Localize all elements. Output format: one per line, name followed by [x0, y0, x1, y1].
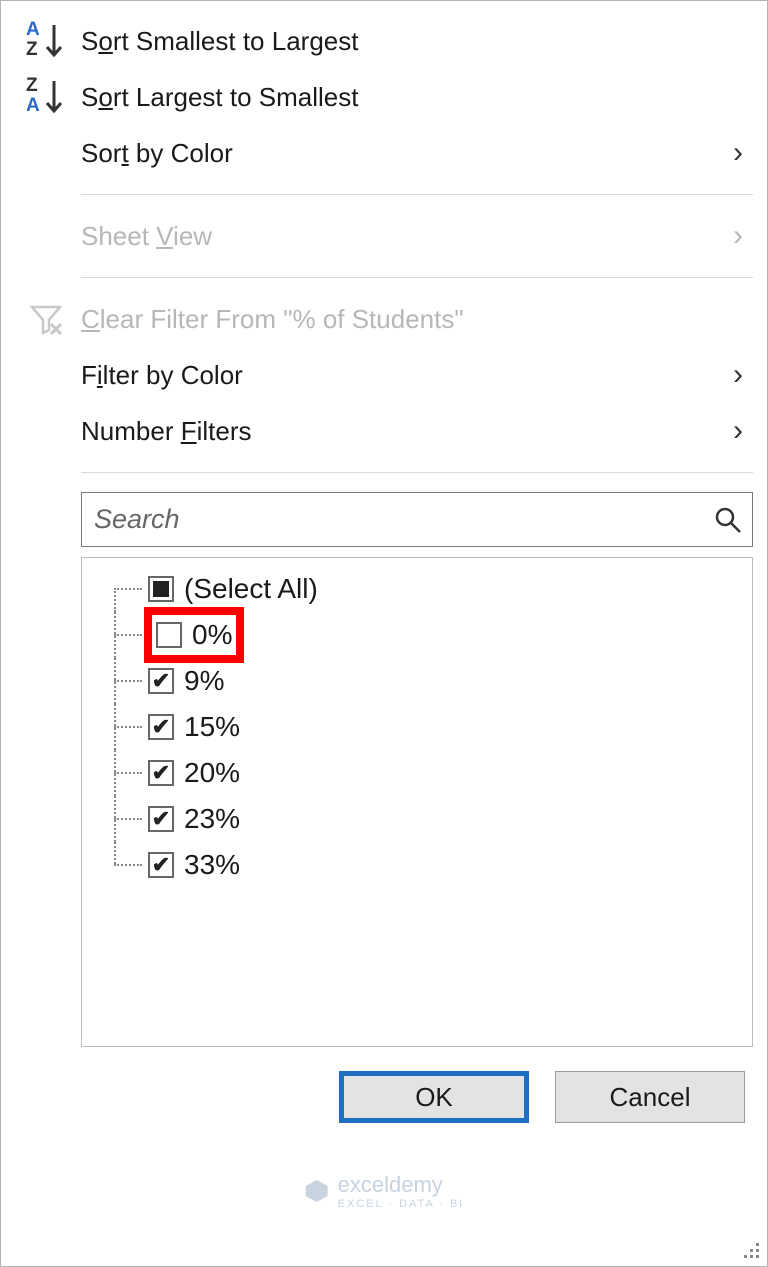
watermark: exceldemy EXCEL · DATA · BI [304, 1172, 465, 1210]
menu-label: Sort Largest to Smallest [81, 82, 358, 113]
search-icon [714, 506, 742, 534]
checkbox-checked[interactable] [148, 714, 174, 740]
sort-descending-icon: Z A [11, 69, 81, 125]
tree-item-label: 9% [184, 665, 224, 697]
checkbox-indeterminate[interactable] [148, 576, 174, 602]
watermark-brand: exceldemy [338, 1172, 465, 1198]
sort-by-color[interactable]: Sort by Color › [1, 125, 767, 181]
number-filters[interactable]: Number Filters › [1, 403, 767, 459]
divider [81, 472, 753, 473]
tree-item-label: (Select All) [184, 573, 318, 605]
watermark-tag: EXCEL · DATA · BI [338, 1198, 465, 1210]
divider [81, 194, 753, 195]
tree-item-15pct[interactable]: 15% [114, 704, 746, 750]
menu-label: Sheet View [81, 221, 212, 252]
menu-label: Sort by Color [81, 138, 233, 169]
tree-item-label: 33% [184, 849, 240, 881]
clear-filter: Clear Filter From "% of Students" [1, 291, 767, 347]
filter-by-color[interactable]: Filter by Color › [1, 347, 767, 403]
checkbox-checked[interactable] [148, 668, 174, 694]
sort-largest-to-smallest[interactable]: Z A Sort Largest to Smallest [1, 69, 767, 125]
tree-item-label: 20% [184, 757, 240, 789]
button-label: Cancel [610, 1082, 691, 1113]
button-row: OK Cancel [1, 1047, 767, 1123]
tree-item-label: 0% [192, 619, 232, 651]
chevron-right-icon: › [733, 358, 743, 392]
search-input[interactable] [92, 503, 714, 536]
tree-item-0pct[interactable]: 0% [114, 612, 746, 658]
sheet-view: Sheet View › [1, 208, 767, 264]
menu-label: Clear Filter From "% of Students" [81, 304, 464, 335]
tree-item-33pct[interactable]: 33% [114, 842, 746, 888]
resize-grip[interactable] [741, 1240, 761, 1260]
sort-smallest-to-largest[interactable]: AZ Sort Smallest to Largest [1, 13, 767, 69]
tree-item-9pct[interactable]: 9% [114, 658, 746, 704]
button-label: OK [415, 1082, 453, 1113]
checkbox-checked[interactable] [148, 852, 174, 878]
ok-button[interactable]: OK [339, 1071, 529, 1123]
filter-values-tree: (Select All) 0% 9% 15% [81, 557, 753, 1047]
divider [81, 277, 753, 278]
menu-label: Sort Smallest to Largest [81, 26, 358, 57]
tree-item-label: 15% [184, 711, 240, 743]
checkbox-unchecked[interactable] [156, 622, 182, 648]
search-box[interactable] [81, 492, 753, 547]
checkbox-checked[interactable] [148, 760, 174, 786]
tree-select-all[interactable]: (Select All) [114, 566, 746, 612]
tree-item-20pct[interactable]: 20% [114, 750, 746, 796]
checkbox-checked[interactable] [148, 806, 174, 832]
chevron-right-icon: › [733, 136, 743, 170]
menu-label: Filter by Color [81, 360, 243, 391]
tree-item-label: 23% [184, 803, 240, 835]
filter-dropdown-menu: AZ Sort Smallest to Largest Z A [0, 0, 768, 1267]
tree-item-23pct[interactable]: 23% [114, 796, 746, 842]
chevron-right-icon: › [733, 219, 743, 253]
highlight-annotation: 0% [144, 607, 244, 663]
chevron-right-icon: › [733, 414, 743, 448]
cancel-button[interactable]: Cancel [555, 1071, 745, 1123]
menu-label: Number Filters [81, 416, 252, 447]
sort-ascending-icon: AZ [11, 13, 81, 69]
clear-filter-icon [11, 291, 81, 347]
